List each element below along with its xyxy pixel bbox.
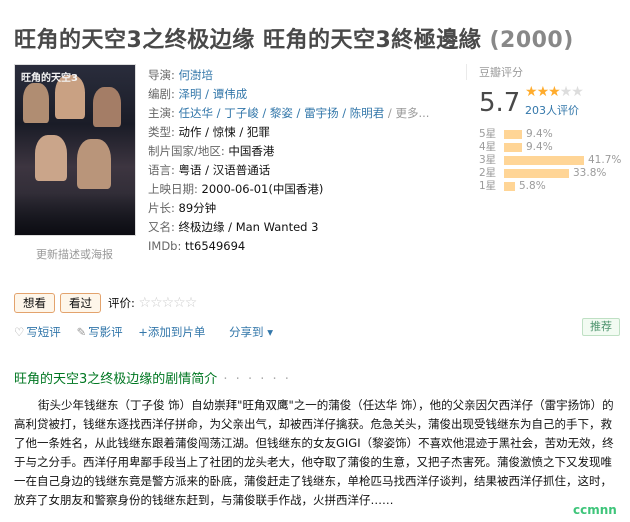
rating-dist-percent: 33.8% [573, 167, 607, 179]
update-poster-link[interactable]: 更新描述或海报 [36, 246, 113, 262]
add-to-list-link[interactable]: +添加到片单 [138, 325, 205, 339]
rating-dist-bar [504, 169, 569, 178]
poster-shade [15, 193, 135, 235]
info-label: 片长: [148, 201, 179, 215]
write-short-review-link[interactable]: 写短评 [26, 325, 61, 339]
info-label: 编剧: [148, 87, 179, 101]
link-bar: ♡ 写短评 ✎ 写影评 +添加到片单 分享到 ▾ [14, 324, 285, 340]
rating-dist-row: 4星 9.4% [479, 141, 629, 154]
rate-stars-input[interactable]: ☆☆☆☆☆ [139, 295, 198, 311]
rating-dist-percent: 9.4% [526, 141, 553, 153]
want-to-watch-button[interactable]: 想看 [14, 293, 55, 313]
rating-dist-bar [504, 156, 584, 165]
info-row: 片长: 89分钟 [148, 199, 448, 218]
star-icon: ★ [548, 84, 561, 100]
summary-heading: 旺角的天空3之终极边缘的剧情简介 · · · · · · [14, 368, 291, 387]
info-label: 上映日期: [148, 182, 202, 196]
watermark: ccmnn [573, 503, 617, 517]
rating-dist-percent: 41.7% [588, 154, 622, 166]
comment-icon: ♡ [14, 325, 25, 339]
info-row: 语言: 粤语 / 汉语普通话 [148, 161, 448, 180]
info-row: 又名: 终极边缘 / Man Wanted 3 [148, 218, 448, 237]
info-value: 终极边缘 / Man Wanted 3 [178, 220, 319, 234]
movie-poster[interactable]: 旺角的天空3 [14, 64, 136, 236]
star-icon: ★ [536, 84, 550, 100]
rating-dist-label: 3星 [479, 154, 497, 166]
poster-figure [23, 83, 49, 123]
info-label: 制片国家/地区: [148, 144, 229, 158]
rating-title: 豆瓣评分 [479, 66, 523, 79]
info-row: 编剧: 泽明 / 谭伟成 [148, 85, 448, 104]
info-label: 语言: [148, 163, 179, 177]
rate-label: 评价: [108, 296, 135, 310]
rating-distribution: 5星 9.4% 4星 9.4% 3星 41.7% 2星 33.8% 1星 5.8% [479, 128, 629, 193]
rating-dist-bar [504, 130, 522, 139]
share-dropdown[interactable]: 分享到 ▾ [229, 325, 273, 339]
star-icon: ★ [559, 84, 573, 100]
summary-title: 旺角的天空3之终极边缘的剧情简介 [14, 372, 218, 387]
poster-figure [93, 87, 121, 127]
movie-title: 旺角的天空3之终极边缘 旺角的天空3終極邊緣 [14, 28, 482, 53]
info-label: 导演: [148, 68, 179, 82]
movie-year: (2000) [489, 28, 574, 53]
more-cast-link[interactable]: / 更多... [384, 106, 430, 120]
info-value: 中国香港 [228, 144, 275, 158]
info-label: 又名: [148, 220, 179, 234]
movie-info: 导演: 何澍培 编剧: 泽明 / 谭伟成 主演: 任达华 / 丁子峻 / 黎姿 / … [148, 66, 448, 256]
edit-icon: ✎ [76, 325, 87, 339]
page-title: 旺角的天空3之终极边缘 旺角的天空3終極邊緣 (2000) [14, 22, 574, 54]
rating-dist-label: 4星 [479, 141, 497, 153]
rating-dist-row: 1星 5.8% [479, 180, 629, 193]
rating-dist-row: 5星 9.4% [479, 128, 629, 141]
rating-stars: ★★★★★ [525, 84, 584, 100]
info-row: IMDb: tt6549694 [148, 237, 448, 256]
rating-dist-row: 2星 33.8% [479, 167, 629, 180]
rate-widget: 评价: ☆☆☆☆☆ [108, 295, 198, 311]
watched-button[interactable]: 看过 [60, 293, 101, 313]
info-row: 主演: 任达华 / 丁子峻 / 黎姿 / 雷宇扬 / 陈明君 / 更多... [148, 104, 448, 123]
info-row: 上映日期: 2000-06-01(中国香港) [148, 180, 448, 199]
recommend-button[interactable]: 推荐 [582, 318, 620, 336]
info-value[interactable]: 任达华 / 丁子峻 / 黎姿 / 雷宇扬 / 陈明君 [179, 106, 385, 120]
rating-dist-row: 3星 41.7% [479, 154, 629, 167]
star-icon: ★ [525, 84, 538, 100]
star-icon: ★ [571, 84, 584, 100]
poster-figure [35, 135, 67, 181]
rating-dist-percent: 5.8% [519, 180, 546, 192]
info-label: 主演: [148, 106, 179, 120]
info-label: 类型: [148, 125, 179, 139]
summary-text: 街头少年钱继东（丁子俊 饰）自幼崇拜"旺角双鹰"之一的蒲俊（任达华 饰），他的父… [14, 398, 614, 507]
rating-panel: 豆瓣评分 5.7 ★★★★★ 203人评价 5星 9.4% 4星 9.4% 3星 41.7… [466, 64, 621, 192]
rating-dist-percent: 9.4% [526, 128, 553, 140]
info-value: 粤语 / 汉语普通话 [178, 163, 271, 177]
rating-dist-label: 1星 [479, 180, 497, 192]
summary-dots: · · · · · · [217, 372, 291, 387]
rating-score: 5.7 [479, 88, 521, 118]
poster-logo: 旺角的天空3 [21, 73, 78, 84]
rating-count-link[interactable]: 203人评价 [525, 102, 579, 118]
info-value: tt6549694 [185, 239, 246, 253]
info-value: 89分钟 [178, 201, 217, 215]
info-row: 制片国家/地区: 中国香港 [148, 142, 448, 161]
rating-dist-label: 2星 [479, 167, 497, 179]
info-label: IMDb: [148, 239, 185, 253]
info-value: 动作 / 惊悚 / 犯罪 [178, 125, 270, 139]
info-row: 类型: 动作 / 惊悚 / 犯罪 [148, 123, 448, 142]
write-review-link[interactable]: 写影评 [88, 325, 123, 339]
rating-dist-label: 5星 [479, 128, 497, 140]
rating-dist-bar [504, 182, 515, 191]
info-value: 2000-06-01(中国香港) [201, 182, 324, 196]
action-bar: 想看 看过 评价: ☆☆☆☆☆ [14, 293, 198, 313]
info-row: 导演: 何澍培 [148, 66, 448, 85]
info-value[interactable]: 泽明 / 谭伟成 [179, 87, 248, 101]
info-value[interactable]: 何澍培 [179, 68, 214, 82]
rating-dist-bar [504, 143, 522, 152]
poster-figure [77, 139, 111, 189]
